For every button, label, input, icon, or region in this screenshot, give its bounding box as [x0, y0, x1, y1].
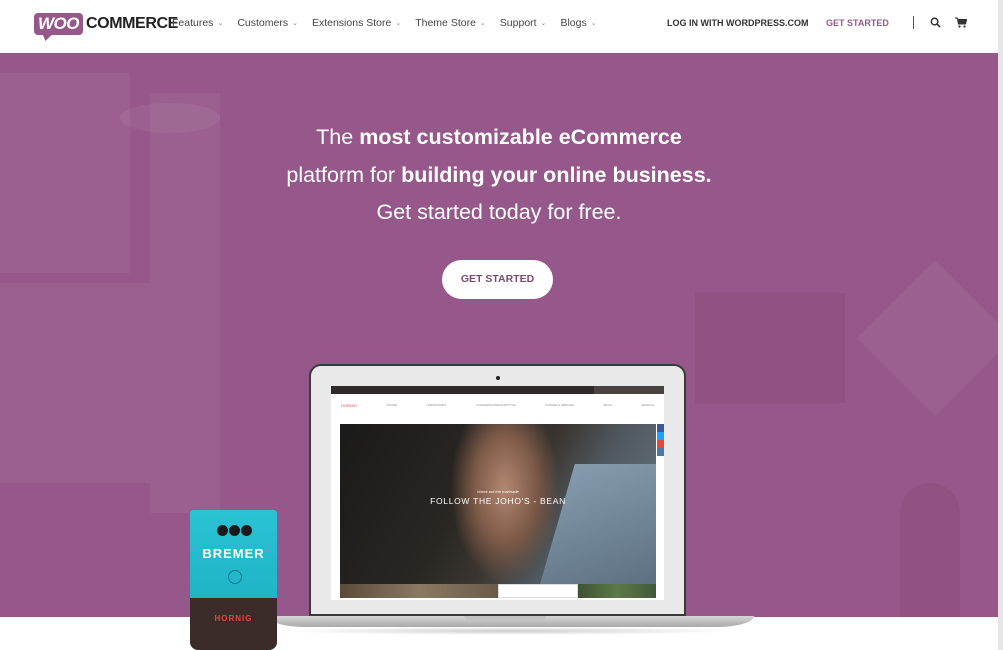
- nav-item-support[interactable]: Support ⌄: [500, 16, 547, 30]
- screen-social-bar: [657, 424, 664, 456]
- hero-line-1-bold: most customizable eCommerce: [359, 125, 682, 149]
- hero-line-2: platform for building your online busine…: [0, 157, 998, 195]
- coffee-bag-seal-icon: [228, 570, 242, 584]
- laptop-shadow: [280, 627, 740, 635]
- hero-line-1-regular: The: [316, 125, 360, 149]
- screen-nav-item: COFFEEHOUSE/LIFESTYLE: [476, 403, 516, 407]
- screen-nav-item: STORE: [386, 403, 397, 407]
- screen-nav: HORNIG STORE LABORATORY COFFEEHOUSE/LIFE…: [331, 394, 664, 416]
- chevron-down-icon: ⌄: [292, 20, 298, 27]
- screen-topbar: [331, 386, 664, 394]
- hero-bg-menu-board: [695, 293, 845, 403]
- nav-item-features[interactable]: Features ⌄: [172, 16, 223, 30]
- screen-nav-item: BLOG: [603, 403, 612, 407]
- logo-woo-badge: WOO: [34, 13, 83, 35]
- nav-item-label: Theme Store: [415, 17, 476, 29]
- coffee-bag-maker: HORNIG: [214, 614, 253, 623]
- coffee-bag-bottom: [190, 598, 277, 650]
- page: WOO COMMERCE Features ⌄ Customers ⌄ Exte…: [0, 0, 998, 650]
- laptop-screen: HORNIG STORE LABORATORY COFFEEHOUSE/LIFE…: [331, 386, 664, 600]
- screen-brand: HORNIG: [341, 402, 357, 408]
- laptop-base: [268, 616, 754, 627]
- hero-line-2-regular: platform for: [286, 162, 402, 187]
- screen-nav-item: LABORATORY: [426, 403, 447, 407]
- google-plus-icon: [657, 440, 664, 448]
- page-scrollbar[interactable]: [998, 0, 1003, 650]
- screen-nav-item: COFFEE & SERVICE: [545, 403, 575, 407]
- screen-tile-blank: [498, 584, 578, 598]
- chevron-down-icon: ⌄: [540, 20, 547, 27]
- nav-item-extensions-store[interactable]: Extensions Store ⌄: [312, 16, 401, 30]
- nav-item-label: Blogs: [560, 17, 587, 29]
- twitter-icon: [657, 432, 664, 440]
- hero-line-2-bold: building your online business.: [401, 162, 712, 187]
- screen-nav-item: SEARCH: [641, 403, 654, 407]
- screen-bottom-tiles: [340, 584, 656, 598]
- hero-line-1: The most customizable eCommerce: [0, 119, 998, 157]
- screen-hero-image: check out the marinade FOLLOW THE JOHO'S…: [340, 424, 656, 584]
- share-icon: [657, 448, 664, 456]
- laptop-camera: [496, 376, 500, 380]
- coffee-bag-product: BREMER HORNIG: [190, 510, 277, 650]
- screen-headline: FOLLOW THE JOHO'S - BEAN: [430, 496, 566, 506]
- header-get-started-link[interactable]: GET STARTED: [826, 18, 889, 28]
- facebook-icon: [657, 424, 664, 432]
- hero-bg-coffee-sign: [857, 260, 998, 416]
- screen-script-text: check out the marinade: [477, 489, 519, 494]
- nav-item-blogs[interactable]: Blogs ⌄: [560, 16, 596, 30]
- nav-item-label: Support: [499, 17, 537, 29]
- chevron-down-icon: ⌄: [590, 20, 597, 27]
- coffee-bag-brand: BREMER: [202, 546, 265, 561]
- laptop-notch: [464, 616, 546, 620]
- chevron-down-icon: ⌄: [217, 20, 224, 27]
- nav-item-label: Extensions Store: [311, 17, 392, 29]
- screen-tile-image: [340, 584, 498, 598]
- chevron-down-icon: ⌄: [479, 20, 486, 27]
- hero-headline: The most customizable eCommerce platform…: [0, 119, 998, 232]
- main-nav: Features ⌄ Customers ⌄ Extensions Store …: [172, 16, 611, 30]
- hero-line-3: Get started today for free.: [376, 200, 622, 224]
- cart-icon[interactable]: [955, 17, 967, 28]
- search-icon[interactable]: [930, 17, 941, 28]
- hero-get-started-button[interactable]: GET STARTED: [442, 260, 553, 299]
- screen-tile-image: [578, 584, 656, 598]
- chevron-down-icon: ⌄: [395, 20, 402, 27]
- coffee-bag-faces-icon: [217, 525, 252, 536]
- site-header: WOO COMMERCE Features ⌄ Customers ⌄ Exte…: [0, 0, 998, 53]
- hero-bg-person: [900, 483, 960, 617]
- hero-bg-window: [0, 283, 150, 483]
- nav-item-customers[interactable]: Customers ⌄: [237, 16, 298, 30]
- logo-commerce-text: COMMERCE: [86, 15, 178, 32]
- laptop-mockup: HORNIG STORE LABORATORY COFFEEHOUSE/LIFE…: [309, 364, 686, 616]
- login-wordpress-link[interactable]: LOG IN WITH WORDPRESS.COM: [667, 18, 809, 28]
- nav-item-theme-store[interactable]: Theme Store ⌄: [415, 16, 486, 30]
- woocommerce-logo[interactable]: WOO COMMERCE: [34, 12, 178, 36]
- nav-item-label: Customers: [237, 17, 289, 29]
- header-divider: [913, 16, 914, 29]
- nav-item-label: Features: [172, 17, 214, 29]
